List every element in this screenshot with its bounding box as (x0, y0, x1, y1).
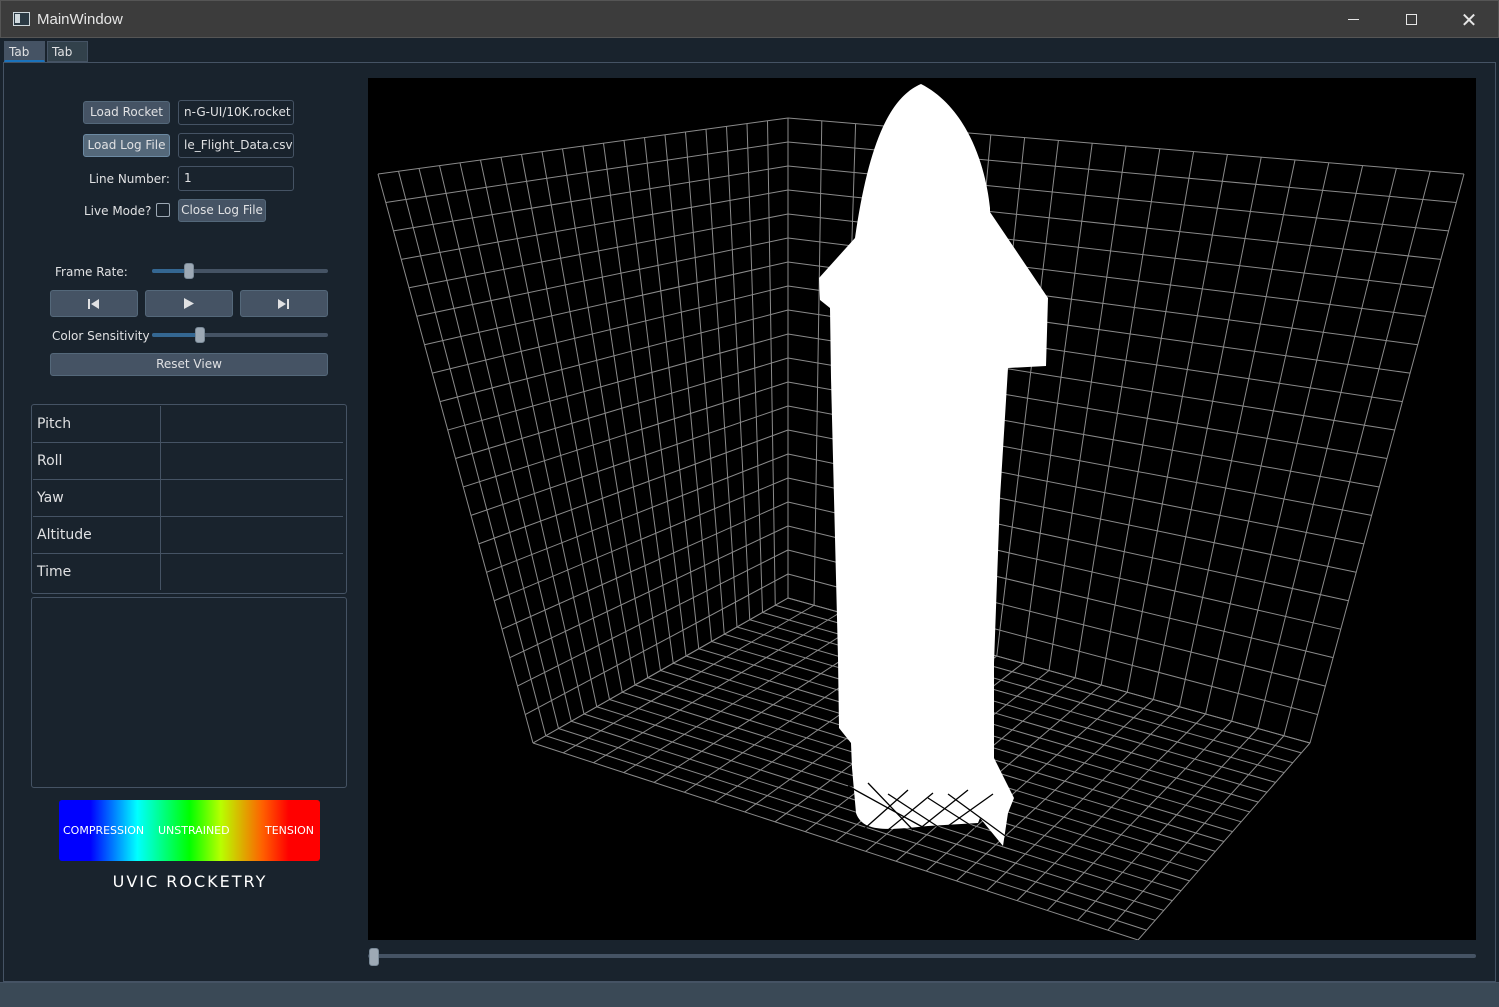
minimize-icon (1347, 19, 1359, 20)
app-window-icon (13, 12, 30, 26)
close-icon: ✕ (1460, 7, 1478, 32)
frame-rate-label: Frame Rate: (55, 265, 128, 279)
rocket-3d-view[interactable] (368, 78, 1476, 940)
status-bar (0, 982, 1499, 1007)
tab-2[interactable]: Tab 2 (47, 41, 88, 79)
title-bar: MainWindow ✕ (0, 0, 1499, 38)
table-row: Yaw (33, 480, 343, 517)
compression-label: COMPRESSION (63, 824, 145, 837)
skip-back-icon (88, 298, 99, 309)
uvic-rocketry-logo: UVIC ROCKETRY (112, 872, 268, 891)
tension-label: TENSION (265, 824, 315, 837)
timeline-slider[interactable] (368, 946, 1476, 966)
3d-scene (377, 84, 1465, 940)
maximize-button[interactable] (1382, 1, 1440, 38)
unstrained-label: UNSTRAINED (158, 824, 230, 837)
timeline-handle[interactable] (369, 948, 379, 966)
log-file-field[interactable]: le_Flight_Data.csv (178, 133, 294, 158)
skip-forward-icon (278, 298, 289, 309)
close-log-file-button[interactable]: Close Log File (178, 199, 266, 222)
altitude-label: Altitude (37, 527, 92, 543)
table-row: Time (33, 554, 343, 591)
pitch-value (160, 406, 343, 442)
line-number-input[interactable]: 1 (178, 166, 294, 191)
rocket-file-field[interactable]: n-G-UI/10K.rocket (178, 100, 294, 125)
window-title: MainWindow (37, 11, 123, 28)
reset-view-button[interactable]: Reset View (50, 353, 328, 376)
time-label: Time (37, 564, 72, 580)
skip-forward-button[interactable] (240, 290, 328, 317)
live-mode-label: Live Mode? (84, 204, 152, 218)
table-row: Pitch (33, 406, 343, 443)
tab-1[interactable]: Tab 1 (4, 41, 45, 79)
close-button[interactable]: ✕ (1440, 1, 1498, 38)
play-button[interactable] (145, 290, 233, 317)
telemetry-table: Pitch Roll Yaw Altitude Time (31, 404, 347, 594)
strain-color-legend: COMPRESSION UNSTRAINED TENSION (59, 800, 320, 861)
main-window: MainWindow ✕ Tab 1 Tab 2 Load Rocket n-G… (0, 0, 1499, 1007)
play-icon (184, 298, 194, 309)
altitude-value (160, 517, 343, 553)
slider-handle[interactable] (184, 263, 194, 279)
slider-handle[interactable] (195, 327, 205, 343)
yaw-value (160, 480, 343, 516)
timeline-groove (368, 954, 1476, 958)
table-row: Roll (33, 443, 343, 480)
pitch-label: Pitch (37, 416, 72, 432)
color-sensitivity-slider[interactable] (152, 327, 328, 343)
time-value (160, 554, 343, 590)
roll-label: Roll (37, 453, 63, 469)
roll-value (160, 443, 343, 479)
slider-fill (152, 333, 200, 337)
minimize-button[interactable] (1324, 1, 1382, 38)
load-rocket-button[interactable]: Load Rocket (83, 101, 170, 124)
color-sensitivity-label: Color Sensitivity (52, 329, 150, 343)
frame-rate-slider[interactable] (152, 263, 328, 279)
table-row: Altitude (33, 517, 343, 554)
skip-back-button[interactable] (50, 290, 138, 317)
load-log-file-button[interactable]: Load Log File (83, 134, 170, 157)
maximize-icon (1405, 14, 1417, 25)
yaw-label: Yaw (37, 490, 64, 506)
line-number-label: Line Number: (89, 172, 170, 186)
live-mode-checkbox[interactable] (156, 203, 170, 217)
tab-bar: Tab 1 Tab 2 (0, 38, 1499, 79)
log-output-box[interactable] (31, 597, 347, 788)
